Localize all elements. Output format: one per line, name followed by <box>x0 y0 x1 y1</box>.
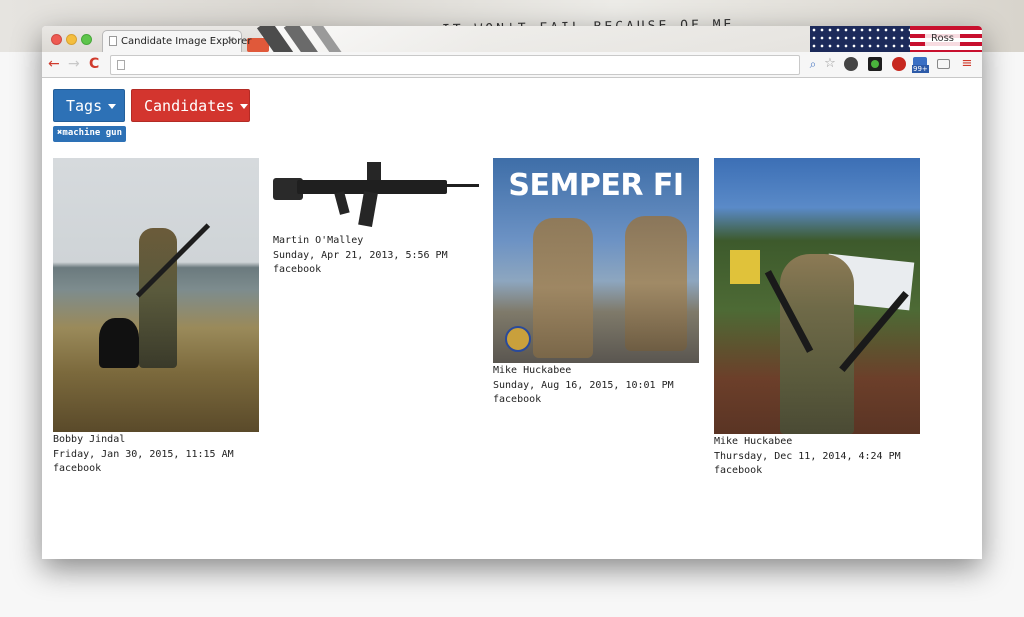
tab-close-icon[interactable]: × <box>227 35 235 46</box>
post-source: facebook <box>53 463 102 474</box>
candidate-name: Martin O'Malley <box>273 235 364 246</box>
image-card[interactable]: Mike Huckabee Thursday, Dec 11, 2014, 4:… <box>714 158 920 479</box>
page-content: Tags Candidates ✖machine gun Bobby Jinda… <box>42 78 982 559</box>
candidate-photo[interactable] <box>714 158 920 434</box>
post-date: Sunday, Apr 21, 2013, 5:56 PM <box>273 249 448 261</box>
image-card[interactable]: SEMPER FI Mike Huckabee Sunday, Aug 16, … <box>493 158 699 408</box>
close-window-button[interactable] <box>51 34 62 45</box>
marine-seal-icon <box>505 326 531 352</box>
candidates-dropdown-button[interactable]: Candidates <box>131 89 250 122</box>
image-card[interactable]: Bobby Jindal Friday, Jan 30, 2015, 11:15… <box>53 158 259 477</box>
extension-rosie-icon[interactable] <box>844 57 858 71</box>
extension-badge-icon[interactable]: 99+ <box>912 57 929 73</box>
zoom-icon[interactable]: ⌕ <box>806 57 820 71</box>
candidate-photo[interactable] <box>53 158 259 432</box>
chevron-down-icon <box>240 104 249 109</box>
extension-ublock-icon[interactable] <box>892 57 906 71</box>
extension-badge-count: 99+ <box>912 65 929 73</box>
reload-icon[interactable]: C <box>89 56 99 72</box>
candidate-photo[interactable]: SEMPER FI <box>493 158 699 363</box>
page-icon <box>117 60 125 70</box>
back-arrow-icon[interactable]: ← <box>48 56 60 72</box>
cast-icon[interactable] <box>937 59 950 69</box>
image-card[interactable]: Martin O'Malley Sunday, Apr 21, 2013, 5:… <box>273 158 479 278</box>
page-icon <box>109 36 117 46</box>
tab-strip: Candidate Image Explorer × Ross <box>42 26 982 52</box>
menu-icon[interactable]: ≡ <box>960 57 974 71</box>
candidate-name: Bobby Jindal <box>53 434 126 445</box>
tags-dropdown-label: Tags <box>66 97 103 115</box>
candidates-dropdown-label: Candidates <box>144 97 235 115</box>
active-tag-chip[interactable]: ✖machine gun <box>53 126 127 142</box>
photo-headline: SEMPER FI <box>508 168 684 203</box>
chevron-down-icon <box>108 104 117 109</box>
tab-candidate-image-explorer[interactable]: Candidate Image Explorer × <box>102 30 251 52</box>
tags-dropdown-button[interactable]: Tags <box>53 89 125 122</box>
extension-green-icon[interactable] <box>868 57 882 71</box>
zoom-window-button[interactable] <box>81 34 92 45</box>
candidate-name: Mike Huckabee <box>714 436 793 447</box>
candidate-name: Mike Huckabee <box>493 365 572 376</box>
post-date: Sunday, Aug 16, 2015, 10:01 PM <box>493 379 674 391</box>
post-date: Friday, Jan 30, 2015, 11:15 AM <box>53 448 234 460</box>
address-bar[interactable] <box>110 55 800 75</box>
forward-arrow-icon[interactable]: → <box>68 56 80 72</box>
post-source: facebook <box>493 394 542 405</box>
post-source: facebook <box>273 264 322 275</box>
minimize-window-button[interactable] <box>66 34 77 45</box>
bookmark-star-icon[interactable]: ☆ <box>823 57 837 71</box>
image-caption: Bobby Jindal Friday, Jan 30, 2015, 11:15… <box>53 432 259 477</box>
profile-button[interactable]: Ross <box>924 30 960 48</box>
image-caption: Mike Huckabee Sunday, Aug 16, 2015, 10:0… <box>493 363 699 408</box>
post-source: facebook <box>714 465 763 476</box>
image-caption: Martin O'Malley Sunday, Apr 21, 2013, 5:… <box>273 233 479 278</box>
browser-toolbar: ← → C ⌕ ☆ 99+ ≡ <box>42 52 982 78</box>
candidate-photo[interactable] <box>273 158 479 233</box>
browser-window: Candidate Image Explorer × Ross ← → C ⌕ … <box>42 26 982 559</box>
post-date: Thursday, Dec 11, 2014, 4:24 PM <box>714 450 901 462</box>
image-caption: Mike Huckabee Thursday, Dec 11, 2014, 4:… <box>714 434 920 479</box>
